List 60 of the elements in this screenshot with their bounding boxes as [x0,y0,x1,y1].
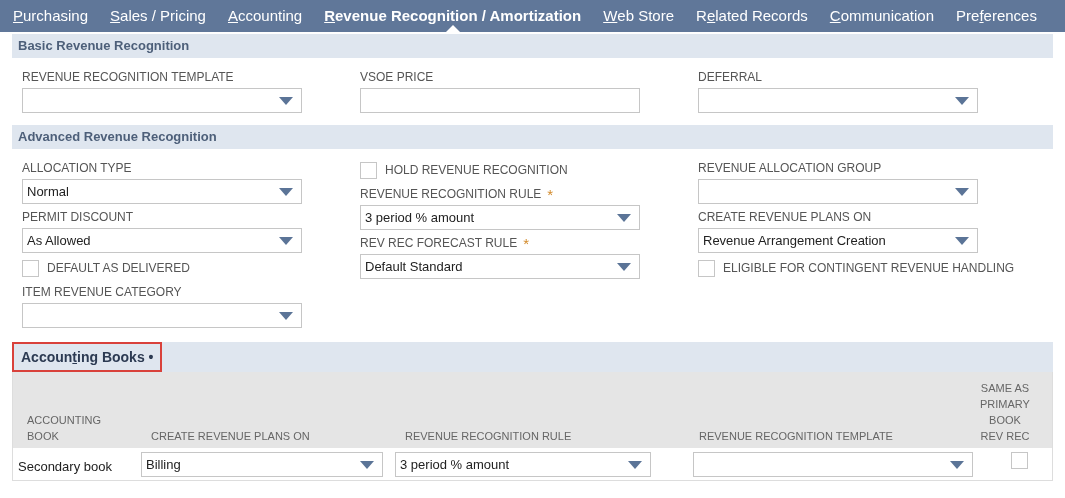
dropdown-arrow-icon [628,460,642,469]
dropdown-field[interactable] [698,88,978,113]
dropdown-field[interactable] [698,179,978,204]
dropdown-arrow-icon [955,187,969,196]
required-mark: * [523,235,529,251]
dropdown-field[interactable]: Normal [22,179,302,204]
required-mark: * [547,186,554,202]
column-header: REVENUE RECOGNITION TEMPLATE [698,429,894,444]
field-label: DEFERRAL [698,69,762,86]
dropdown-field[interactable] [22,88,302,113]
dropdown-field[interactable]: Default Standard [360,254,640,279]
section-header: Basic Revenue Recognition [12,34,1053,58]
dropdown-field[interactable] [22,303,302,328]
field-label: REVENUE RECOGNITION TEMPLATE [22,69,234,86]
checkbox[interactable] [22,259,39,277]
column-header: ACCOUNTING BOOK [26,413,102,444]
dropdown-arrow-icon [955,236,969,245]
checkbox[interactable] [698,259,715,277]
tab[interactable]: Preferences [956,0,1037,32]
tab[interactable]: Communication [829,0,935,32]
checkbox-label: ELIGIBLE FOR CONTINGENT REVENUE HANDLING [723,260,1015,277]
dropdown-arrow-icon [279,96,293,105]
checkbox[interactable] [1010,452,1028,469]
dropdown-arrow-icon [279,311,293,320]
tab[interactable]: Accounting [227,0,303,32]
tab[interactable]: Sales / Pricing [110,0,206,32]
field-label: REV REC FORECAST RULE [360,235,518,252]
field-label: PERMIT DISCOUNT [22,209,134,226]
dropdown-field[interactable]: Revenue Arrangement Creation [698,228,978,253]
dropdown-field[interactable]: 3 period % amount [360,205,640,230]
checkbox-label: HOLD REVENUE RECOGNITION [385,162,568,179]
field-label: REVENUE RECOGNITION RULE [360,186,542,203]
field-label: ALLOCATION TYPE [22,160,132,177]
dropdown-arrow-icon [279,236,293,245]
dropdown-arrow-icon [279,187,293,196]
column-header: SAME AS PRIMARY BOOK REV REC [979,381,1031,444]
dropdown-field[interactable]: As Allowed [22,228,302,253]
column-header: CREATE REVENUE PLANS ON [150,429,311,444]
dropdown-arrow-icon [617,262,631,271]
field-label: CREATE REVENUE PLANS ON [698,209,872,226]
dropdown-arrow-icon [955,96,969,105]
dropdown-field[interactable] [693,452,973,477]
dropdown-field[interactable]: Billing [141,452,383,477]
dropdown-arrow-icon [617,213,631,222]
field-label: REVENUE ALLOCATION GROUP [698,160,882,177]
table-cell: Secondary book [18,459,112,474]
field-label: ITEM REVENUE CATEGORY [22,284,182,301]
checkbox-label: DEFAULT AS DELIVERED [47,260,190,277]
tab[interactable]: Related Records [696,0,808,32]
input-field[interactable] [360,88,640,113]
dropdown-arrow-icon [950,460,964,469]
dropdown-field[interactable]: 3 period % amount [395,452,651,477]
tab[interactable]: Web Store [603,0,675,32]
tab[interactable]: Purchasing [13,0,89,32]
checkbox[interactable] [360,161,377,179]
column-header: REVENUE RECOGNITION RULE [404,429,573,444]
section-title: Accounting Books • [12,342,163,372]
field-label: VSOE PRICE [360,69,434,86]
dropdown-arrow-icon [360,460,374,469]
section-header: Advanced Revenue Recognition [12,125,1053,149]
